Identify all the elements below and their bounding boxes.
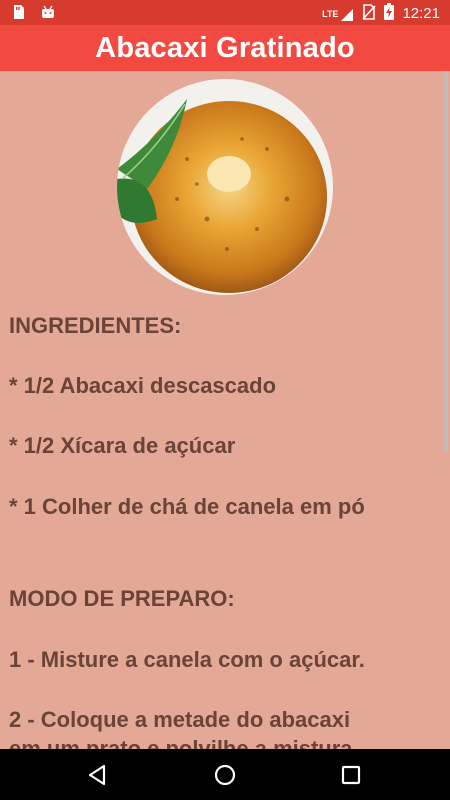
back-icon[interactable] [84, 761, 112, 789]
ingredient-item: * 1 Colher de chá de canela em pó [9, 494, 365, 519]
home-icon[interactable] [211, 761, 239, 789]
method-heading: MODO DE PREPARO: [9, 586, 235, 611]
clock: 12:21 [402, 5, 440, 22]
battery-charging-icon [384, 3, 395, 24]
navigation-bar [0, 749, 450, 800]
sd-card-icon [10, 4, 26, 20]
ingredient-item: * 1/2 Abacaxi descascado [9, 373, 277, 398]
lte-signal-icon: LTE [322, 6, 354, 22]
pineapple-photo [117, 79, 333, 295]
app-bar: Abacaxi Gratinado [0, 25, 450, 71]
network-label: LTE [322, 8, 339, 19]
scrollbar[interactable] [444, 71, 448, 451]
ingredients-heading: INGREDIENTES: [9, 313, 182, 338]
ingredient-item: * 1/2 Xícara de açúcar [9, 433, 236, 458]
status-bar: LTE 12:21 [0, 0, 450, 25]
method-step: em um prato e polvilhe a mistura [9, 736, 353, 749]
no-sim-icon [362, 3, 377, 24]
recipe-content[interactable]: INGREDIENTES: * 1/2 Abacaxi descascado *… [0, 71, 450, 749]
recents-icon[interactable] [337, 761, 365, 789]
method-step: 2 - Coloque a metade do abacaxi [9, 707, 351, 732]
android-icon [40, 4, 56, 20]
app-title: Abacaxi Gratinado [95, 31, 355, 64]
method-step: 1 - Misture a canela com o açúcar. [9, 647, 365, 672]
